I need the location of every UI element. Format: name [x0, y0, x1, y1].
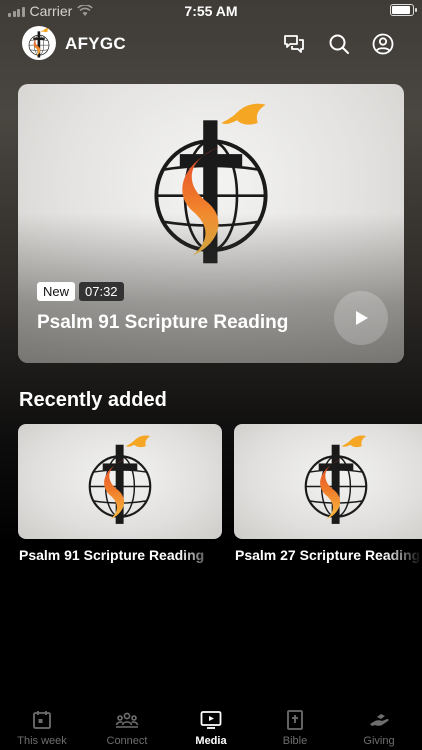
featured-media-card[interactable]: New 07:32 Psalm 91 Scripture Reading — [18, 84, 404, 363]
status-time: 7:55 AM — [184, 3, 238, 19]
calendar-icon — [33, 711, 51, 729]
tab-media[interactable]: Media — [169, 708, 253, 747]
tab-label: Connect — [106, 735, 148, 747]
bottom-tab-bar: This week Connect Media Bible Giving — [0, 700, 422, 750]
new-badge: New — [37, 282, 76, 301]
tab-bible[interactable]: Bible — [253, 708, 337, 747]
tab-label: Bible — [282, 735, 308, 747]
search-icon[interactable] — [327, 32, 351, 56]
media-title[interactable]: Psalm 27 Scripture Reading — [235, 547, 422, 563]
media-thumbnail[interactable] — [234, 424, 422, 539]
status-bar: Carrier 7:55 AM — [0, 0, 422, 22]
featured-title: Psalm 91 Scripture Reading — [37, 312, 289, 333]
church-logo-image — [88, 434, 152, 525]
app-header: AFYGC — [0, 24, 422, 64]
media-title[interactable]: Psalm 91 Scripture Reading — [19, 547, 219, 563]
account-icon[interactable] — [371, 32, 395, 56]
tab-label: Media — [195, 735, 227, 747]
chat-icon[interactable] — [282, 32, 306, 56]
battery-icon — [390, 4, 417, 16]
recently-added-heading: Recently added — [19, 389, 167, 411]
tab-this-week[interactable]: This week — [0, 708, 84, 747]
bible-icon — [287, 710, 303, 730]
tab-connect[interactable]: Connect — [85, 708, 169, 747]
people-icon — [115, 712, 139, 728]
media-thumbnail[interactable] — [18, 424, 222, 539]
tab-label: This week — [17, 735, 67, 747]
tab-giving[interactable]: Giving — [337, 708, 421, 747]
church-logo-image — [304, 434, 368, 525]
duration-badge: 07:32 — [79, 282, 124, 301]
tv-icon — [200, 711, 222, 729]
play-icon — [356, 311, 368, 325]
play-button[interactable] — [334, 291, 388, 345]
giving-hand-icon — [370, 714, 389, 726]
app-logo[interactable] — [22, 26, 56, 60]
tab-label: Giving — [363, 735, 395, 747]
app-name: AFYGC — [65, 34, 126, 53]
